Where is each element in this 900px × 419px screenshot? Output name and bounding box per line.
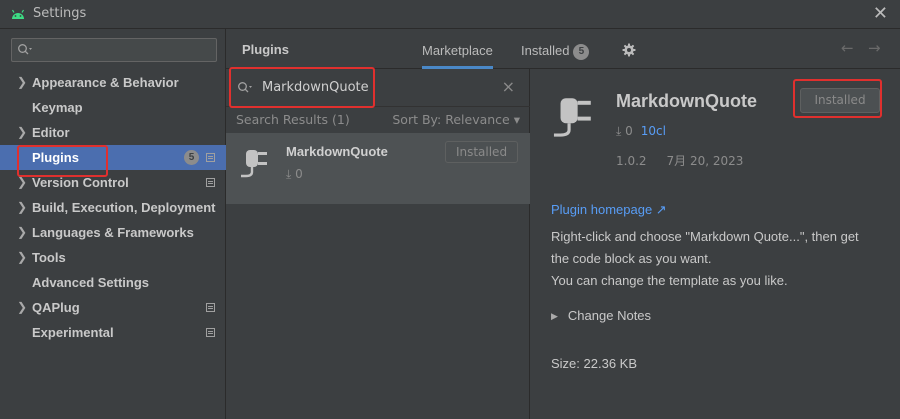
sidebar-item-tools[interactable]: ❯ Tools <box>0 245 226 270</box>
plugin-stats: ⤓ 0 10cl <box>616 124 666 139</box>
description-line: You can change the template as you like. <box>551 273 788 288</box>
gear-icon[interactable] <box>622 43 636 57</box>
installed-count-badge: 5 <box>573 44 590 60</box>
plugin-search-input[interactable]: MarkdownQuote <box>262 80 369 95</box>
sidebar-item-label: Advanced Settings <box>32 275 150 290</box>
change-notes-label: Change Notes <box>567 308 652 323</box>
sidebar-item-qaplug[interactable]: ❯ QAPlug <box>0 295 226 320</box>
tab-label: Installed <box>521 43 570 58</box>
title-bar: Settings ✕ <box>0 0 900 29</box>
expand-triangle-icon: ▶ <box>551 311 558 321</box>
tab-installed[interactable]: Installed 5 <box>521 29 590 69</box>
plugin-downloads: ⤓ 0 <box>616 124 633 138</box>
plugin-homepage-link[interactable]: Plugin homepage ↗ <box>551 202 667 218</box>
sidebar-item-label: Plugins <box>32 150 79 165</box>
chevron-right-icon[interactable]: ❯ <box>17 195 27 220</box>
project-level-icon <box>206 328 215 337</box>
plugin-list-pane: MarkdownQuote × Search Results (1) Sort … <box>226 69 530 419</box>
settings-search-input[interactable] <box>38 41 214 59</box>
chevron-right-icon[interactable]: ❯ <box>17 70 27 95</box>
sidebar-item-advanced-settings[interactable]: Advanced Settings <box>0 270 226 295</box>
back-arrow-icon[interactable]: ← <box>841 39 854 57</box>
plugin-list-item[interactable]: MarkdownQuote ⤓ 0 Installed <box>226 133 530 204</box>
chevron-right-icon[interactable]: ❯ <box>17 120 27 145</box>
sidebar-item-build-execution-deployment[interactable]: ❯ Build, Execution, Deployment <box>0 195 226 220</box>
sidebar-item-label: Keymap <box>32 100 83 115</box>
sidebar-item-label: Tools <box>32 250 66 265</box>
sidebar-item-label: Languages & Frameworks <box>32 225 194 240</box>
chevron-right-icon[interactable]: ❯ <box>17 245 27 270</box>
plugin-detail-pane: MarkdownQuote Installed ⤓ 0 10cl 1.0.2 7月 … <box>530 69 900 419</box>
sidebar-item-languages-frameworks[interactable]: ❯ Languages & Frameworks <box>0 220 226 245</box>
sidebar-item-label: QAPlug <box>32 300 80 315</box>
vendor-link[interactable]: 10cl <box>641 124 666 138</box>
sidebar-item-label: Appearance & Behavior <box>32 75 179 90</box>
close-icon[interactable]: ✕ <box>873 3 888 24</box>
settings-search-box[interactable] <box>11 38 217 62</box>
change-notes-toggle[interactable]: ▶ Change Notes <box>551 308 651 323</box>
project-level-icon <box>206 178 215 187</box>
plugin-description: Right-click and choose "Markdown Quote..… <box>551 226 891 292</box>
tab-label: Marketplace <box>422 43 493 58</box>
chevron-right-icon[interactable]: ❯ <box>17 170 27 195</box>
plugin-search-bar[interactable]: MarkdownQuote × <box>226 69 530 107</box>
plugins-header: Plugins Marketplace Installed 5 ← → <box>226 29 900 69</box>
settings-nav: ❯ Appearance & Behavior Keymap ❯ Editor … <box>0 70 226 345</box>
plug-icon <box>241 150 267 178</box>
plugin-name: MarkdownQuote <box>286 144 388 159</box>
plugin-detail-name: MarkdownQuote <box>616 91 758 111</box>
clear-search-icon[interactable]: × <box>502 77 515 96</box>
sidebar-item-editor[interactable]: ❯ Editor <box>0 120 226 145</box>
installed-button[interactable]: Installed <box>445 141 518 163</box>
plugin-meta: 1.0.2 7月 20, 2023 <box>616 152 743 169</box>
detail-installed-button[interactable]: Installed <box>800 88 880 113</box>
sidebar-item-appearance-behavior[interactable]: ❯ Appearance & Behavior <box>0 70 226 95</box>
chevron-right-icon[interactable]: ❯ <box>17 220 27 245</box>
sidebar-item-label: Build, Execution, Deployment <box>32 200 216 215</box>
plugin-size: Size: 22.36 KB <box>551 356 637 371</box>
project-level-icon <box>206 153 215 162</box>
window-title: Settings <box>33 6 87 21</box>
sidebar-item-experimental[interactable]: Experimental <box>0 320 226 345</box>
sidebar-item-label: Editor <box>32 125 70 140</box>
sidebar-item-label: Version Control <box>32 175 129 190</box>
android-icon <box>11 9 25 19</box>
search-icon <box>18 44 32 55</box>
description-line: Right-click and choose "Markdown Quote..… <box>551 229 859 244</box>
search-icon <box>238 82 252 93</box>
sidebar-item-keymap[interactable]: Keymap <box>0 95 226 120</box>
results-count: Search Results (1) <box>236 112 350 127</box>
plugin-downloads: ⤓ 0 <box>286 167 303 181</box>
project-level-icon <box>206 303 215 312</box>
tab-marketplace[interactable]: Marketplace <box>422 29 493 69</box>
settings-sidebar: ❯ Appearance & Behavior Keymap ❯ Editor … <box>0 29 226 419</box>
plugins-update-badge: 5 <box>184 150 199 165</box>
sidebar-item-version-control[interactable]: ❯ Version Control <box>0 170 226 195</box>
chevron-right-icon[interactable]: ❯ <box>17 295 27 320</box>
plug-icon <box>553 98 591 137</box>
sidebar-item-plugins[interactable]: Plugins 5 <box>0 145 226 170</box>
sort-dropdown[interactable]: Sort By: Relevance ▾ <box>392 112 520 127</box>
page-title: Plugins <box>242 42 289 57</box>
forward-arrow-icon[interactable]: → <box>868 39 881 57</box>
results-bar: Search Results (1) Sort By: Relevance ▾ <box>226 107 530 133</box>
sidebar-item-label: Experimental <box>32 325 114 340</box>
plugin-date: 7月 20, 2023 <box>666 154 744 168</box>
description-line: the code block as you want. <box>551 251 712 266</box>
plugin-version: 1.0.2 <box>616 154 647 168</box>
